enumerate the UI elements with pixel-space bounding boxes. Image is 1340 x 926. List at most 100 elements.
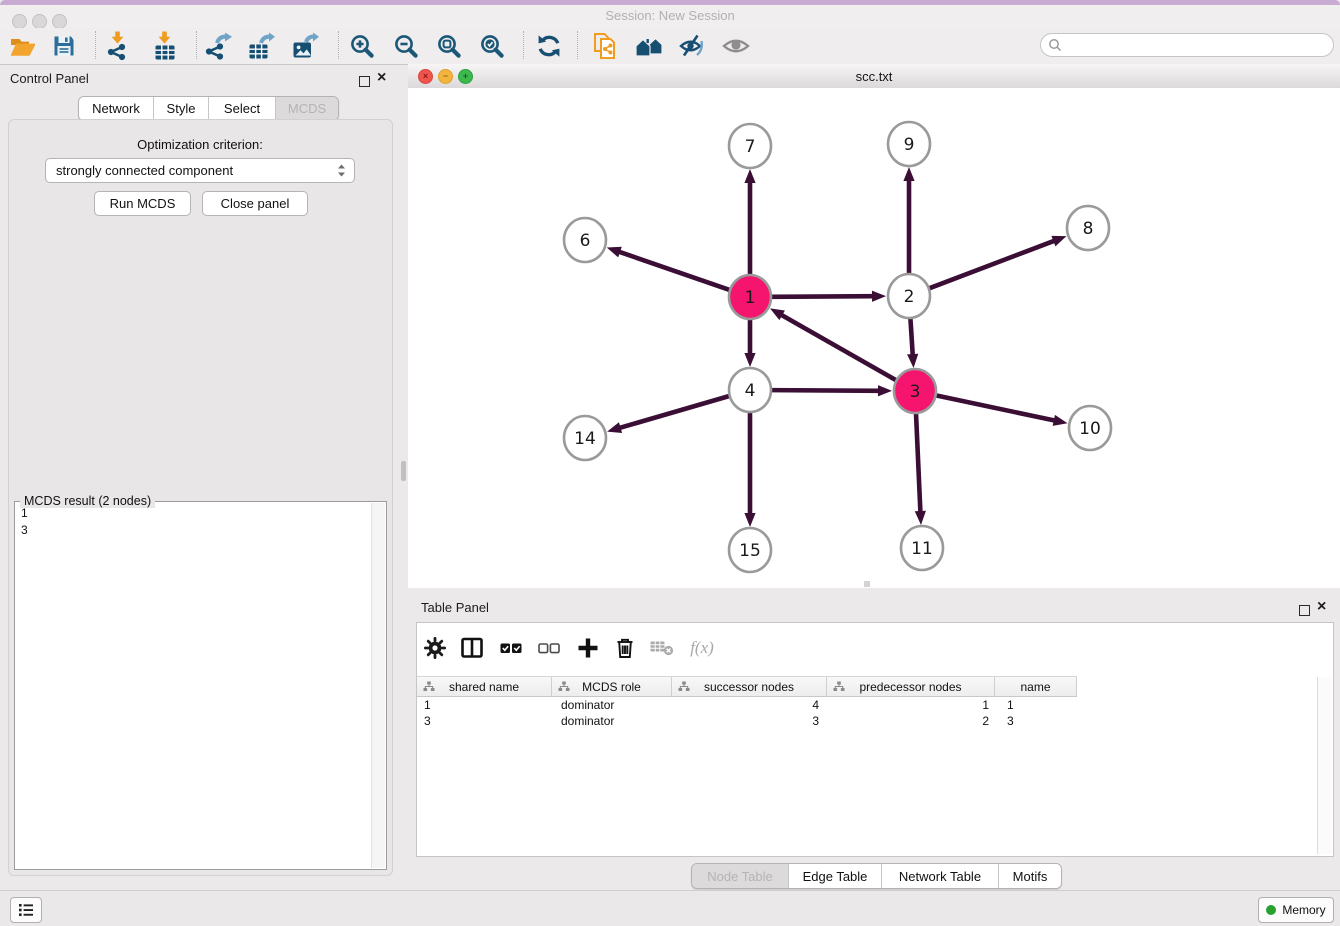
zoom-in-icon — [349, 33, 375, 59]
edge-4-14[interactable] — [619, 396, 729, 428]
tab-select[interactable]: Select — [209, 97, 276, 120]
table-header-row: shared name MCDS role successor nodes pr… — [417, 676, 1077, 697]
edge-arrowhead — [770, 308, 785, 320]
table-panel-title: Table Panel — [421, 600, 489, 615]
edge-3-11[interactable] — [916, 413, 920, 513]
delete-table-button[interactable] — [647, 633, 677, 663]
gear-icon — [423, 636, 447, 660]
export-image-button[interactable] — [289, 30, 321, 62]
tab-network-table[interactable]: Network Table — [882, 864, 999, 888]
edge-3-1[interactable] — [780, 314, 895, 380]
control-panel-close-button[interactable]: × — [377, 72, 386, 84]
copy-style-button[interactable] — [589, 30, 621, 62]
node-label-4: 4 — [745, 381, 756, 401]
run-mcds-button[interactable]: Run MCDS — [94, 191, 191, 216]
edge-arrowhead — [915, 511, 926, 525]
node-label-6: 6 — [580, 231, 591, 251]
hide-graphics-button[interactable] — [676, 30, 708, 62]
edge-1-2[interactable] — [772, 296, 874, 297]
edge-arrowhead — [1053, 415, 1068, 426]
zoom-in-button[interactable] — [346, 30, 378, 62]
select-all-columns-button[interactable] — [496, 633, 526, 663]
status-bar — [0, 890, 1340, 926]
edge-2-8[interactable] — [930, 240, 1056, 288]
save-session-button[interactable] — [48, 30, 80, 62]
column-header-predecessor-nodes[interactable]: predecessor nodes — [827, 677, 995, 696]
cell-name[interactable]: 1 — [995, 697, 1077, 713]
tab-node-table[interactable]: Node Table — [692, 864, 789, 888]
refresh-view-icon — [536, 33, 562, 59]
export-network-icon — [204, 32, 232, 60]
table-row[interactable]: 3 dominator 3 2 3 — [417, 713, 1077, 729]
panel-menu-button[interactable] — [10, 897, 42, 923]
zoom-selected-button[interactable] — [476, 30, 508, 62]
home-layout-button[interactable] — [633, 30, 665, 62]
show-columns-button[interactable] — [457, 633, 487, 663]
vertical-splitter[interactable] — [401, 461, 406, 481]
edge-arrowhead — [607, 422, 622, 433]
app-window: Session: New Session — [0, 0, 1340, 926]
table-row[interactable]: 1 dominator 4 1 1 — [417, 697, 1077, 713]
export-network-button[interactable] — [202, 30, 234, 62]
tab-motifs[interactable]: Motifs — [999, 864, 1061, 888]
edge-2-3[interactable] — [910, 318, 912, 356]
search-field[interactable] — [1040, 33, 1334, 57]
cell-mcds-role[interactable]: dominator — [552, 713, 672, 729]
table-panel-close-button[interactable]: × — [1317, 601, 1326, 613]
edge-1-6[interactable] — [618, 251, 729, 289]
search-icon — [1048, 38, 1062, 52]
delete-column-button[interactable] — [610, 633, 640, 663]
toolbar-separator — [196, 31, 197, 59]
close-panel-button[interactable]: Close panel — [202, 191, 308, 216]
import-network-button[interactable] — [102, 30, 134, 62]
table-scrollbar[interactable] — [1317, 677, 1332, 854]
tab-style[interactable]: Style — [154, 97, 209, 120]
tab-mcds[interactable]: MCDS — [276, 97, 338, 120]
cell-predecessor-nodes[interactable]: 1 — [827, 697, 995, 713]
cell-shared-name[interactable]: 1 — [417, 697, 552, 713]
apply-function-button[interactable]: f(x) — [684, 633, 720, 663]
deselect-all-columns-button[interactable] — [534, 633, 564, 663]
import-table-icon — [152, 31, 178, 61]
export-table-button[interactable] — [245, 30, 277, 62]
node-label-1: 1 — [745, 288, 756, 308]
edge-arrowhead — [607, 247, 622, 258]
table-options-button[interactable] — [420, 633, 450, 663]
tab-edge-table[interactable]: Edge Table — [789, 864, 882, 888]
column-header-shared-name[interactable]: shared name — [417, 677, 552, 696]
cell-mcds-role[interactable]: dominator — [552, 697, 672, 713]
cell-predecessor-nodes[interactable]: 2 — [827, 713, 995, 729]
edge-arrowhead — [744, 513, 755, 527]
cell-successor-nodes[interactable]: 4 — [672, 697, 827, 713]
column-header-successor-nodes[interactable]: successor nodes — [672, 677, 827, 696]
column-header-mcds-role[interactable]: MCDS role — [552, 677, 672, 696]
column-type-icon — [423, 681, 435, 692]
add-column-button[interactable] — [573, 633, 603, 663]
cell-shared-name[interactable]: 3 — [417, 713, 552, 729]
cell-name[interactable]: 3 — [995, 713, 1077, 729]
result-scrollbar[interactable] — [371, 503, 385, 868]
tab-network[interactable]: Network — [79, 97, 154, 120]
refresh-view-button[interactable] — [533, 30, 565, 62]
control-panel-float-button[interactable] — [359, 74, 370, 92]
show-graphics-button[interactable] — [720, 30, 752, 62]
zoom-out-button[interactable] — [390, 30, 422, 62]
column-header-name[interactable]: name — [995, 677, 1077, 696]
import-table-button[interactable] — [149, 30, 181, 62]
horizontal-splitter-handle[interactable] — [864, 581, 870, 587]
zoom-fit-button[interactable] — [433, 30, 465, 62]
search-input[interactable] — [1062, 36, 1333, 54]
table-panel-float-button[interactable] — [1299, 603, 1310, 621]
cell-successor-nodes[interactable]: 3 — [672, 713, 827, 729]
edge-arrowhead — [744, 169, 755, 183]
edge-4-3[interactable] — [772, 390, 880, 391]
open-file-button[interactable] — [6, 30, 38, 62]
criterion-dropdown[interactable]: strongly connected component — [45, 158, 355, 183]
zoom-fit-icon — [436, 33, 462, 59]
column-type-icon — [678, 681, 690, 692]
edge-3-10[interactable] — [937, 396, 1056, 421]
chevron-updown-icon — [337, 163, 346, 178]
memory-button[interactable]: Memory — [1258, 897, 1334, 923]
plus-icon — [576, 636, 600, 660]
network-canvas[interactable]: 1234678910111415 — [408, 88, 1340, 588]
